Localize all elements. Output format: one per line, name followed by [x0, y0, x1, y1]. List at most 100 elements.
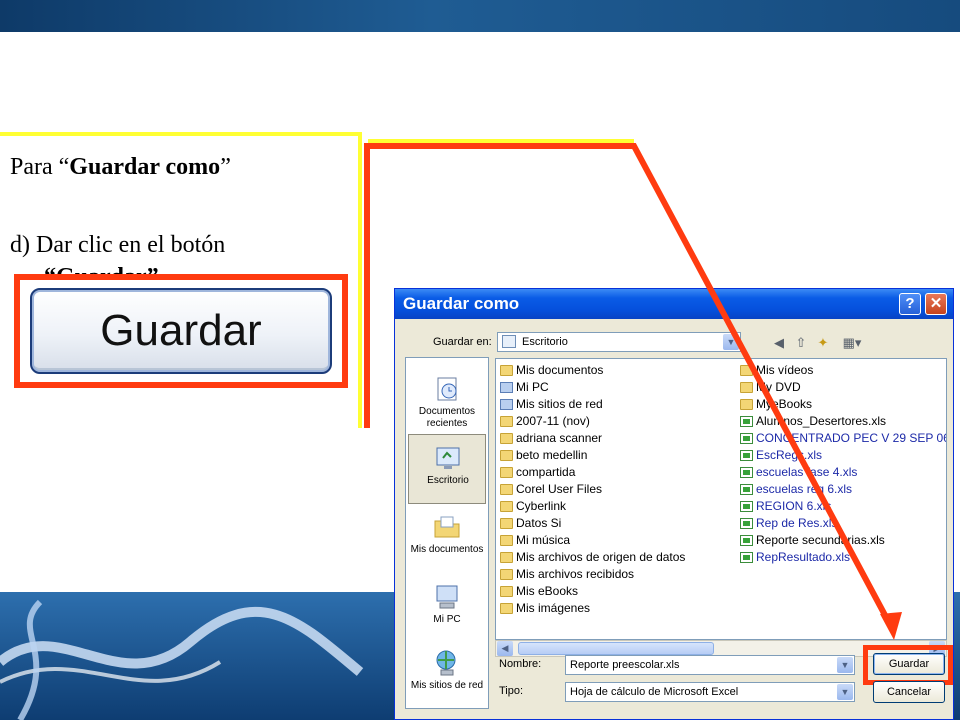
- places-bar: Documentos recientes Escritorio Mis docu…: [405, 357, 489, 709]
- place-network[interactable]: Mis sitios de red: [408, 640, 486, 710]
- place-recent-documents[interactable]: Documentos recientes: [408, 366, 486, 436]
- file-list-item[interactable]: Mis archivos recibidos: [500, 567, 685, 584]
- dialog-title: Guardar como: [403, 294, 520, 313]
- scroll-thumb[interactable]: [518, 642, 714, 655]
- file-list-item[interactable]: Reporte secundarias.xls: [740, 533, 946, 550]
- chevron-down-icon[interactable]: ▼: [723, 334, 739, 350]
- place-label: Mis documentos: [410, 544, 484, 555]
- file-list-item[interactable]: Mis documentos: [500, 363, 685, 380]
- close-button[interactable]: ✕: [925, 293, 947, 315]
- save-in-label: Guardar en:: [433, 336, 492, 348]
- excel-file-icon: [740, 416, 753, 427]
- chevron-down-icon[interactable]: ▼: [837, 684, 853, 700]
- file-list-item[interactable]: Corel User Files: [500, 482, 685, 499]
- recent-documents-icon: [437, 377, 457, 401]
- scroll-left-icon[interactable]: ◀: [497, 641, 513, 656]
- file-list-item[interactable]: RepResultado.xls: [740, 550, 946, 567]
- folder-icon: [740, 399, 753, 410]
- file-list-item[interactable]: Mis imágenes: [500, 601, 685, 618]
- file-list-item[interactable]: Mis vídeos: [740, 363, 946, 380]
- folder-icon: [500, 552, 513, 563]
- save-in-value: Escritorio: [522, 336, 568, 348]
- file-list-column-1: Mis documentos Mi PC Mis sitios de red 2007…: [500, 363, 685, 618]
- file-name: REGION 6.xls: [756, 499, 832, 513]
- file-list-item[interactable]: Rep de Res.xls: [740, 516, 946, 533]
- file-type-label: Tipo:: [499, 685, 524, 697]
- folder-icon: [500, 484, 513, 495]
- cancel-button[interactable]: Cancelar: [873, 681, 945, 703]
- file-list-item[interactable]: Mi PC: [500, 380, 685, 397]
- file-name: adriana scanner: [516, 431, 603, 445]
- excel-file-icon: [740, 484, 753, 495]
- file-list-item[interactable]: escuelas reg 6.xls: [740, 482, 946, 499]
- file-list-item[interactable]: Alumnos_Desertores.xls: [740, 414, 946, 431]
- file-list-item[interactable]: CONCENTRADO PEC V 29 SEP 06: [740, 431, 946, 448]
- file-name: compartida: [516, 465, 576, 479]
- excel-file-icon: [740, 518, 753, 529]
- big-guardar-callout: Guardar: [14, 274, 348, 388]
- file-name: EscRegs.xls: [756, 448, 823, 462]
- excel-file-icon: [740, 535, 753, 546]
- folder-icon: [500, 586, 513, 597]
- file-list-item[interactable]: beto medellin: [500, 448, 685, 465]
- back-icon[interactable]: ◀: [771, 335, 787, 351]
- network-icon: [436, 650, 456, 676]
- folder-icon: [500, 450, 513, 461]
- file-list-item[interactable]: MyeBooks: [740, 397, 946, 414]
- chevron-down-icon[interactable]: ▼: [837, 657, 853, 673]
- desktop-icon: [502, 335, 516, 348]
- file-list-column-2: Mis vídeos My DVD MyeBooks Alumnos_Desertor…: [740, 363, 946, 567]
- file-list-item[interactable]: adriana scanner: [500, 431, 685, 448]
- file-list-item[interactable]: Mis sitios de red: [500, 397, 685, 414]
- file-name: RepResultado.xls: [756, 550, 851, 564]
- save-as-dialog: Guardar como ? ✕ Guardar en: Escritorio …: [394, 288, 954, 720]
- file-list-item[interactable]: Mis eBooks: [500, 584, 685, 601]
- file-type-select[interactable]: Hoja de cálculo de Microsoft Excel ▼: [565, 682, 855, 702]
- place-my-documents[interactable]: Mis documentos: [408, 504, 486, 574]
- folder-icon: [500, 416, 513, 427]
- file-list-item[interactable]: EscRegs.xls: [740, 448, 946, 465]
- file-name-value: Reporte preescolar.xls: [570, 659, 680, 671]
- instruction-line-1-suffix: ”: [220, 154, 231, 180]
- view-menu-icon[interactable]: ▦▾: [839, 335, 865, 351]
- file-name: Mis documentos: [516, 363, 604, 377]
- my-documents-icon: [434, 516, 460, 538]
- system-folder-icon: [500, 382, 513, 393]
- file-list-item[interactable]: compartida: [500, 465, 685, 482]
- file-name: MyeBooks: [756, 397, 813, 411]
- file-list-item[interactable]: 2007-11 (nov): [500, 414, 685, 431]
- excel-file-icon: [740, 433, 753, 444]
- file-name: Mis archivos recibidos: [516, 567, 635, 581]
- dialog-titlebar[interactable]: Guardar como ? ✕: [395, 289, 953, 319]
- big-guardar-button-image: Guardar: [30, 288, 332, 374]
- file-name: escuelas fase 4.xls: [756, 465, 858, 479]
- save-in-combo[interactable]: Escritorio ▼: [497, 332, 741, 352]
- file-name: Reporte secundarias.xls: [756, 533, 885, 547]
- place-desktop[interactable]: Escritorio: [408, 434, 486, 504]
- file-list-item[interactable]: escuelas fase 4.xls: [740, 465, 946, 482]
- instruction-line-1-bold: Guardar como: [69, 154, 221, 180]
- folder-icon: [740, 365, 753, 376]
- excel-file-icon: [740, 467, 753, 478]
- new-folder-icon[interactable]: ✦: [815, 335, 831, 351]
- file-list-item[interactable]: REGION 6.xls: [740, 499, 946, 516]
- instruction-line-2: d) Dar clic en el botón: [10, 232, 226, 258]
- file-name: escuelas reg 6.xls: [756, 482, 853, 496]
- file-list-item[interactable]: Cyberlink: [500, 499, 685, 516]
- place-my-computer[interactable]: Mi PC: [408, 574, 486, 644]
- file-name: Rep de Res.xls: [756, 516, 838, 530]
- file-list-item[interactable]: Mis archivos de origen de datos: [500, 550, 685, 567]
- file-list-item[interactable]: My DVD: [740, 380, 946, 397]
- file-name: Mis archivos de origen de datos: [516, 550, 686, 564]
- help-button[interactable]: ?: [899, 293, 921, 315]
- file-type-value: Hoja de cálculo de Microsoft Excel: [570, 686, 739, 698]
- folder-icon: [500, 467, 513, 478]
- up-folder-icon[interactable]: ⇧: [793, 335, 809, 351]
- instruction-line-1-prefix: Para “: [10, 154, 70, 180]
- file-list[interactable]: Mis documentos Mi PC Mis sitios de red 2007…: [495, 358, 947, 640]
- file-name-input[interactable]: Reporte preescolar.xls ▼: [565, 655, 855, 675]
- save-button[interactable]: Guardar: [873, 653, 945, 675]
- file-name: 2007-11 (nov): [516, 414, 590, 428]
- file-list-item[interactable]: Mi música: [500, 533, 685, 550]
- file-list-item[interactable]: Datos Si: [500, 516, 685, 533]
